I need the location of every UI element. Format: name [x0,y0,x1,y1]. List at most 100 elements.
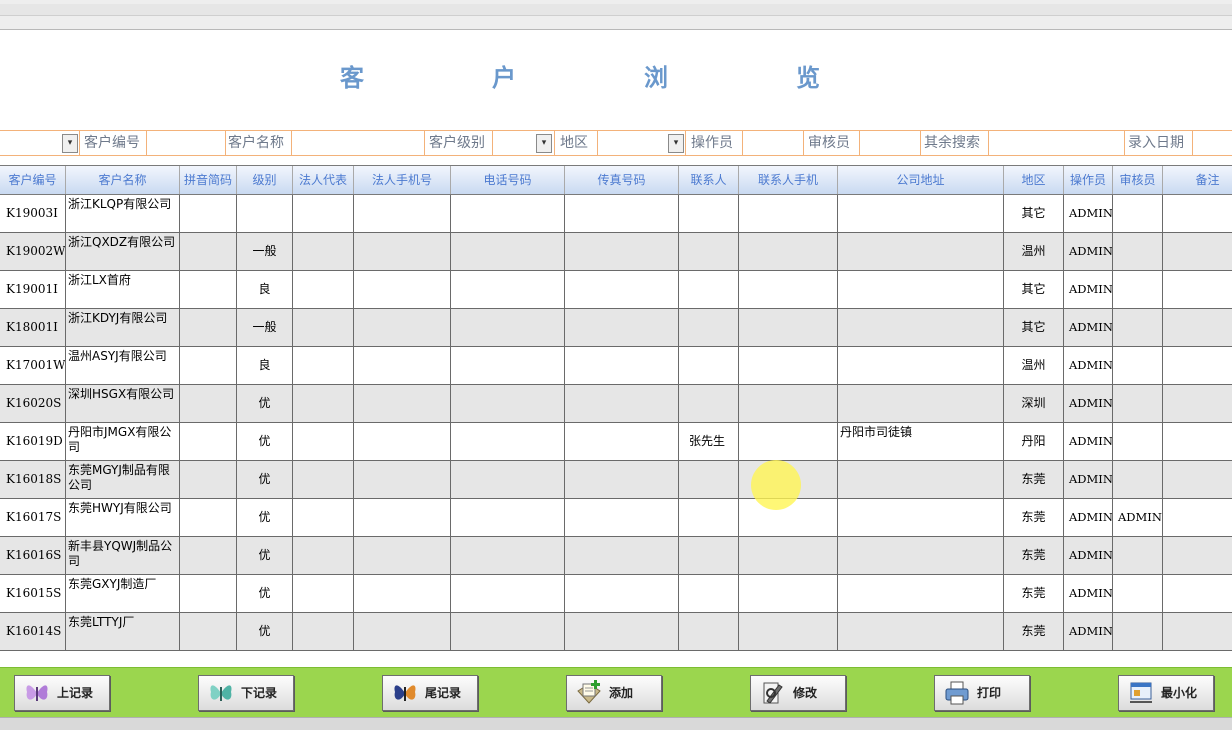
cell-address[interactable] [838,613,1004,650]
cell-note[interactable] [1163,537,1232,574]
cell-legal-rep[interactable] [293,233,354,270]
cell-operator[interactable]: ADMIN [1064,195,1113,232]
cell-pinyin-code[interactable] [180,233,237,270]
cell-operator[interactable]: ADMIN [1064,575,1113,612]
table-row[interactable]: K18001I 浙江KDYJ有限公司 一般 其它 ADMIN [0,309,1232,347]
cell-note[interactable] [1163,309,1232,346]
column-header-contact-phone[interactable]: 联系人手机 [739,166,838,194]
cell-customer-name[interactable]: 丹阳市JMGX有限公司 [66,423,180,460]
table-row[interactable]: K19001I 浙江LX首府良 其它 ADMIN [0,271,1232,309]
cell-fax[interactable] [565,537,679,574]
cell-fax[interactable] [565,233,679,270]
cell-note[interactable] [1163,233,1232,270]
cell-operator[interactable]: ADMIN [1064,499,1113,536]
cell-region[interactable]: 丹阳 [1004,423,1064,460]
filter-prefix-dropdown[interactable]: ▾ [62,134,78,153]
cell-reviewer[interactable]: ADMIN [1113,499,1163,536]
cell-legal-rep[interactable] [293,347,354,384]
cell-phone[interactable] [451,499,565,536]
cell-legal-rep[interactable] [293,575,354,612]
table-row[interactable]: K17001W 温州ASYJ有限公司良 温州 ADMIN [0,347,1232,385]
cell-reviewer[interactable] [1113,423,1163,460]
cell-contact[interactable] [679,309,739,346]
cell-operator[interactable]: ADMIN [1064,347,1113,384]
cell-legal-rep[interactable] [293,309,354,346]
cell-fax[interactable] [565,309,679,346]
cell-phone[interactable] [451,613,565,650]
cell-legal-rep[interactable] [293,461,354,498]
cell-customer-code[interactable]: K16014S [0,613,66,650]
cell-contact-phone[interactable] [739,537,838,574]
cell-pinyin-code[interactable] [180,499,237,536]
edit-button[interactable]: 修改 [750,675,846,711]
cell-region[interactable]: 东莞 [1004,461,1064,498]
cell-fax[interactable] [565,423,679,460]
cell-contact-phone[interactable] [739,195,838,232]
cell-address[interactable] [838,385,1004,422]
cell-contact-phone[interactable] [739,385,838,422]
cell-legal-phone[interactable] [354,575,451,612]
cell-customer-code[interactable]: K16015S [0,575,66,612]
cell-customer-code[interactable]: K16017S [0,499,66,536]
cell-legal-rep[interactable] [293,195,354,232]
column-header-customer-name[interactable]: 客户名称 [66,166,180,194]
cell-note[interactable] [1163,499,1232,536]
cell-level[interactable]: 优 [237,385,293,422]
cell-customer-code[interactable]: K19003I [0,195,66,232]
column-header-region[interactable]: 地区 [1004,166,1064,194]
cell-region[interactable]: 其它 [1004,195,1064,232]
column-header-reviewer[interactable]: 审核员 [1113,166,1163,194]
cell-phone[interactable] [451,423,565,460]
column-header-legal-rep[interactable]: 法人代表 [293,166,354,194]
cell-pinyin-code[interactable] [180,271,237,308]
cell-level[interactable] [237,195,293,232]
cell-contact[interactable] [679,233,739,270]
cell-address[interactable] [838,309,1004,346]
cell-pinyin-code[interactable] [180,461,237,498]
cell-phone[interactable] [451,233,565,270]
cell-reviewer[interactable] [1113,271,1163,308]
column-header-fax[interactable]: 传真号码 [565,166,679,194]
cell-region[interactable]: 东莞 [1004,537,1064,574]
column-header-operator[interactable]: 操作员 [1064,166,1113,194]
cell-customer-name[interactable]: 东莞GXYJ制造厂 [66,575,180,612]
cell-customer-name[interactable]: 浙江LX首府 [66,271,180,308]
cell-contact-phone[interactable] [739,613,838,650]
cell-legal-phone[interactable] [354,309,451,346]
cell-level[interactable]: 一般 [237,233,293,270]
cell-contact[interactable] [679,613,739,650]
minimize-button[interactable]: 最小化 [1118,675,1214,711]
cell-customer-code[interactable]: K19002W [0,233,66,270]
region-dropdown[interactable]: ▾ [668,134,684,153]
cell-pinyin-code[interactable] [180,575,237,612]
cell-legal-rep[interactable] [293,423,354,460]
cell-customer-name[interactable]: 东莞HWYJ有限公司 [66,499,180,536]
cell-fax[interactable] [565,385,679,422]
cell-fax[interactable] [565,499,679,536]
last-record-button[interactable]: 尾记录 [382,675,478,711]
cell-contact[interactable] [679,575,739,612]
table-row[interactable]: K19002W 浙江QXDZ有限公司 一般 温州 ADMIN [0,233,1232,271]
cell-phone[interactable] [451,385,565,422]
region-select[interactable]: ▾ [597,131,686,155]
cell-legal-phone[interactable] [354,233,451,270]
cell-level[interactable]: 优 [237,499,293,536]
filter-prefix-input[interactable]: ▾ [0,131,80,155]
cell-legal-phone[interactable] [354,347,451,384]
cell-pinyin-code[interactable] [180,385,237,422]
column-header-legal-phone[interactable]: 法人手机号 [354,166,451,194]
column-header-pinyin-code[interactable]: 拼音简码 [180,166,237,194]
cell-operator[interactable]: ADMIN [1064,461,1113,498]
other-search-input[interactable] [988,131,1125,155]
cell-level[interactable]: 优 [237,613,293,650]
customer-name-input[interactable] [291,131,425,155]
cell-customer-code[interactable]: K18001I [0,309,66,346]
cell-reviewer[interactable] [1113,575,1163,612]
cell-legal-rep[interactable] [293,613,354,650]
cell-pinyin-code[interactable] [180,309,237,346]
cell-level[interactable]: 优 [237,461,293,498]
print-button[interactable]: 打印 [934,675,1030,711]
table-row[interactable]: K16014S 东莞LTTYJ厂优 东莞 ADMIN [0,613,1232,651]
cell-phone[interactable] [451,271,565,308]
table-row[interactable]: K16020S 深圳HSGX有限公司优 深圳 ADMIN [0,385,1232,423]
